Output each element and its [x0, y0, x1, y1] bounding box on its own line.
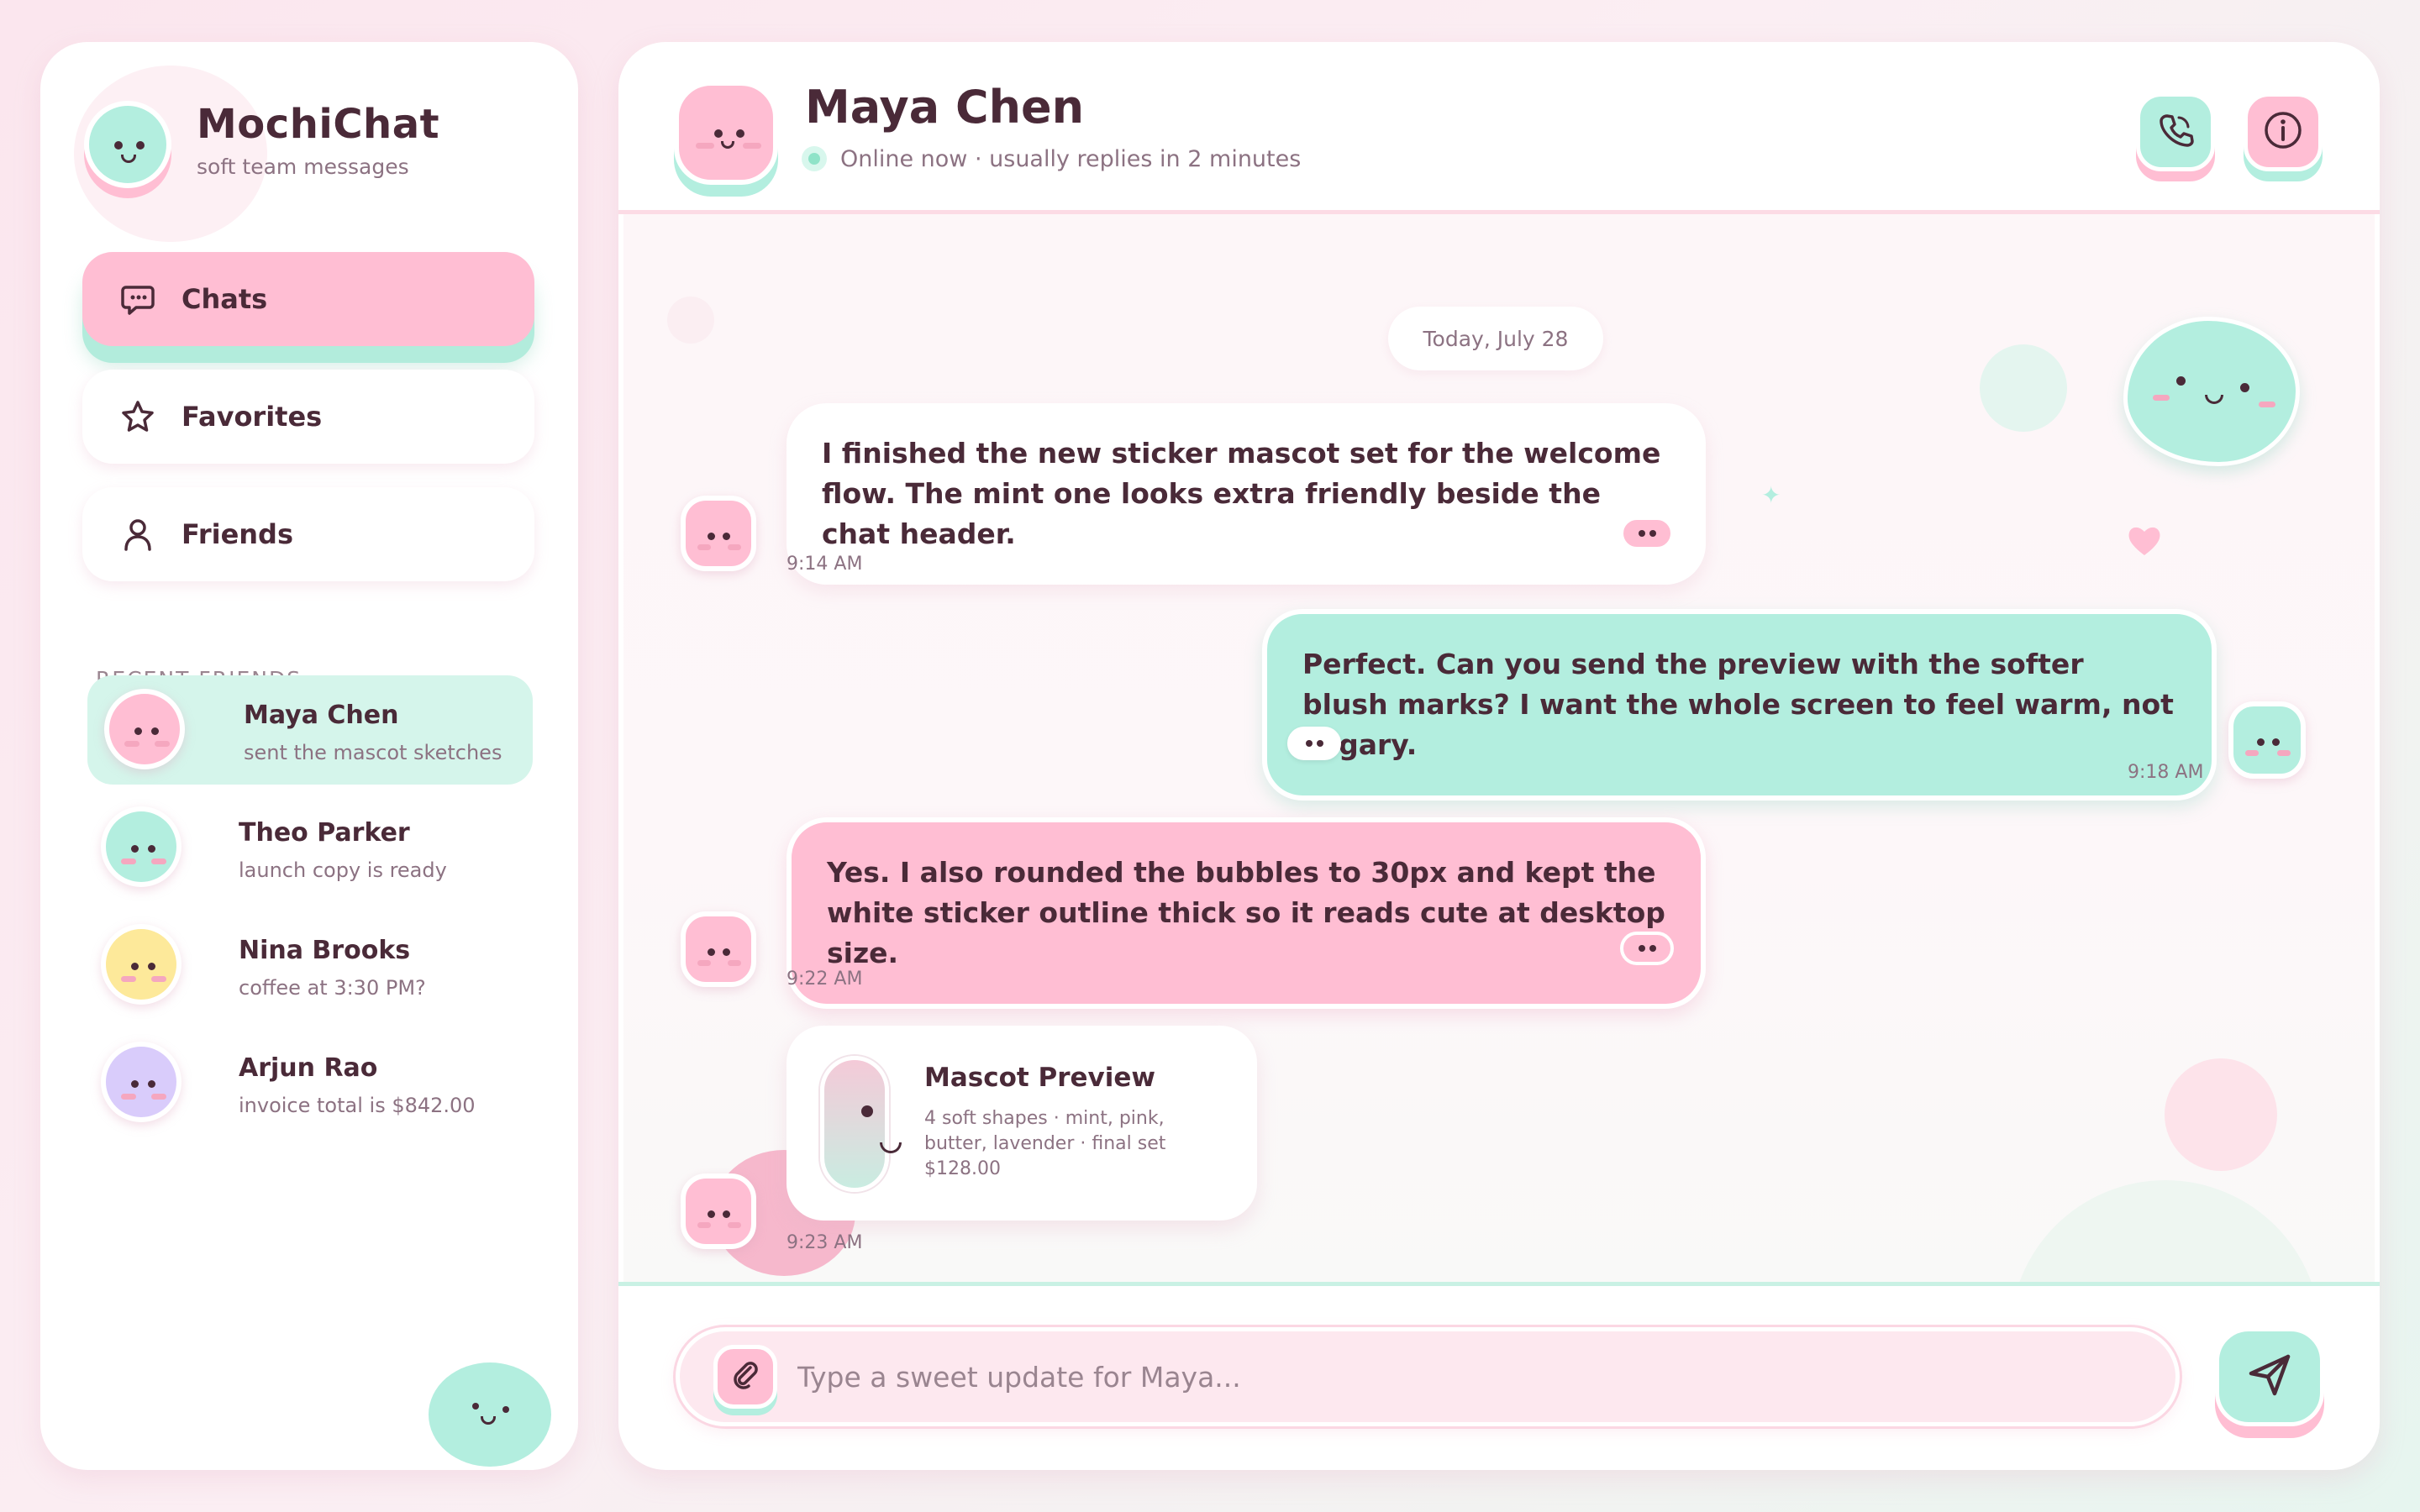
message-bubble[interactable]: Yes. I also rounded the bubbles to 30px … — [786, 817, 1706, 1009]
composer-divider — [618, 1282, 2380, 1286]
attachment-title: Mascot Preview — [924, 1063, 1156, 1093]
attachment-card[interactable]: Mascot Preview 4 soft shapes · mint, pin… — [786, 1026, 1257, 1221]
friend-avatar — [101, 806, 182, 887]
nav-chats-button[interactable]: Chats — [82, 252, 534, 346]
date-divider: Today, July 28 — [1388, 307, 1603, 370]
message-time: 9:22 AM — [786, 969, 863, 990]
info-icon — [2262, 109, 2304, 155]
friend-avatar — [101, 924, 182, 1005]
message-time: 9:23 AM — [786, 1232, 863, 1253]
star-icon — [119, 398, 156, 435]
chat-bubble-icon — [119, 281, 156, 318]
call-button[interactable] — [2136, 92, 2215, 171]
attachment-description: 4 soft shapes · mint, pink, butter, lave… — [924, 1108, 1166, 1179]
friend-last-message: launch copy is ready — [239, 858, 447, 882]
message-bubble[interactable]: I finished the new sticker mascot set fo… — [786, 403, 1706, 585]
friend-item-theo[interactable]: Theo Parker launch copy is ready — [87, 793, 533, 902]
contact-status: Online now · usually replies in 2 minute… — [840, 146, 1302, 172]
nav-friends-button[interactable]: Friends — [82, 487, 534, 581]
message-list[interactable]: ✦ Today, July 28 I finished the new stic… — [623, 214, 2375, 1282]
reaction-tag[interactable] — [1287, 727, 1341, 760]
send-button[interactable] — [2215, 1327, 2324, 1426]
paperclip-icon — [730, 1360, 760, 1394]
sparkle-icon: ✦ — [1761, 481, 1781, 509]
my-avatar — [2228, 701, 2306, 779]
friend-avatar — [104, 689, 185, 769]
sidebar: MochiChat soft team messages Chats Favor… — [40, 42, 578, 1470]
message-time: 9:14 AM — [786, 554, 863, 575]
heart-icon — [2126, 523, 2163, 560]
decor-mochi — [2123, 317, 2300, 466]
nav-favorites-label: Favorites — [182, 401, 323, 433]
mascot-thumbnail — [820, 1056, 902, 1192]
decor-dot — [667, 297, 714, 344]
chat-panel: Maya Chen Online now · usually replies i… — [618, 42, 2380, 1470]
decorative-mochi — [429, 1362, 551, 1467]
friend-last-message: invoice total is $842.00 — [239, 1094, 476, 1117]
message-time: 9:18 AM — [2128, 762, 2204, 783]
friend-avatar — [101, 1042, 182, 1122]
sender-avatar — [681, 496, 756, 571]
nav-chats-label: Chats — [182, 283, 268, 315]
sender-avatar — [681, 1173, 756, 1249]
decor-circle — [2165, 1058, 2277, 1171]
send-icon — [2244, 1350, 2295, 1404]
friend-item-maya[interactable]: Maya Chen sent the mascot sketches — [87, 675, 533, 785]
app-tagline: soft team messages — [197, 155, 409, 179]
contact-avatar — [674, 81, 778, 185]
friend-name: Theo Parker — [239, 818, 410, 848]
decor-circle — [1980, 344, 2067, 432]
contact-name: Maya Chen — [805, 81, 1085, 134]
friend-item-nina[interactable]: Nina Brooks coffee at 3:30 PM? — [87, 911, 533, 1020]
friend-last-message: sent the mascot sketches — [244, 741, 502, 764]
nav-favorites-button[interactable]: Favorites — [82, 370, 534, 464]
friend-name: Nina Brooks — [239, 936, 411, 965]
decor-arc — [2010, 1180, 2321, 1282]
friend-name: Maya Chen — [244, 701, 399, 730]
reaction-tag[interactable] — [1620, 932, 1674, 965]
nav-friends-label: Friends — [182, 518, 293, 550]
online-status-icon — [802, 146, 827, 171]
app-logo — [84, 101, 171, 188]
info-button[interactable] — [2244, 92, 2323, 171]
friend-last-message: coffee at 3:30 PM? — [239, 976, 426, 1000]
message-composer — [676, 1327, 2180, 1426]
attach-button[interactable] — [713, 1345, 777, 1409]
reaction-tag[interactable] — [1620, 517, 1674, 550]
person-icon — [119, 516, 156, 553]
phone-icon — [2155, 110, 2196, 154]
friend-name: Arjun Rao — [239, 1053, 378, 1083]
message-input[interactable] — [797, 1348, 2125, 1405]
app-title: MochiChat — [197, 101, 440, 148]
friend-item-arjun[interactable]: Arjun Rao invoice total is $842.00 — [87, 1028, 533, 1137]
message-bubble[interactable]: Perfect. Can you send the preview with t… — [1262, 609, 2217, 801]
sender-avatar — [681, 911, 756, 987]
